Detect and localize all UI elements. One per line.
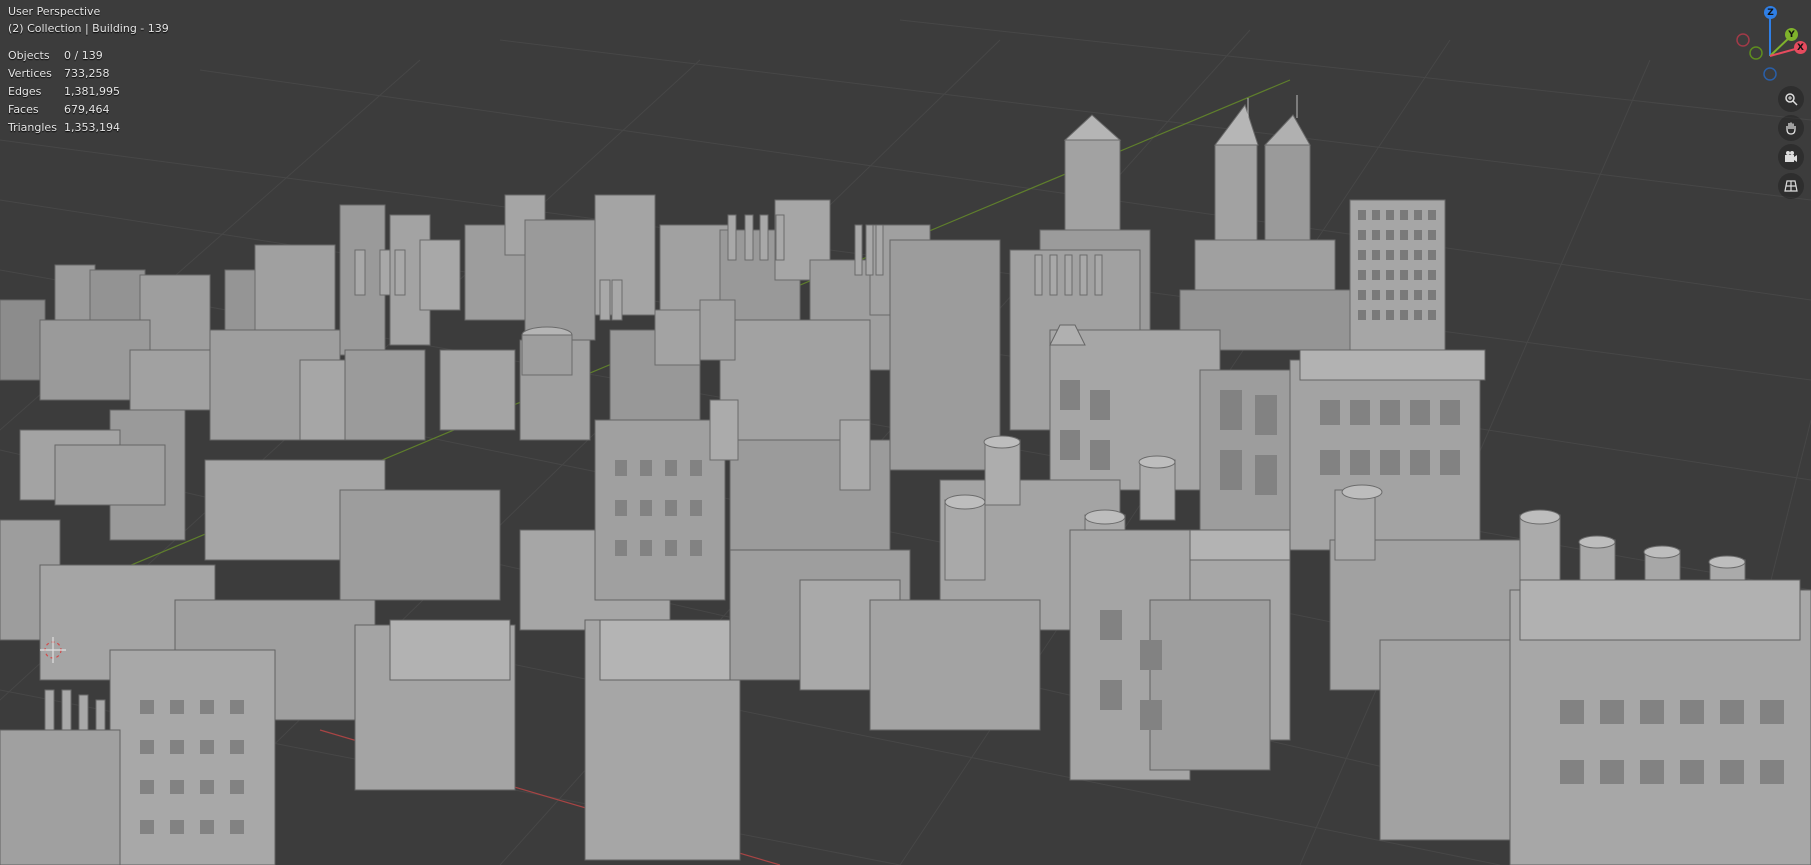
stat-row-objects: Objects 0 / 139 [8, 47, 120, 65]
view-name: User Perspective [8, 5, 101, 18]
stat-label: Objects [8, 49, 50, 62]
viewport-header-info: User Perspective (2) Collection | Buildi… [8, 3, 169, 37]
zoom-icon[interactable] [1778, 86, 1804, 112]
3d-viewport[interactable]: User Perspective (2) Collection | Buildi… [0, 0, 1811, 865]
navigation-gizmo[interactable]: Z Y X [1731, 0, 1811, 90]
gizmo-z-button[interactable]: Z [1764, 6, 1777, 19]
stat-label: Vertices [8, 67, 52, 80]
stat-value: 0 / 139 [64, 49, 103, 62]
grid-ortho-icon[interactable] [1778, 173, 1804, 199]
gizmo-x-button[interactable]: X [1794, 41, 1807, 54]
stat-label: Edges [8, 85, 42, 98]
stat-label: Faces [8, 103, 39, 116]
stat-row-vertices: Vertices 733,258 [8, 65, 120, 83]
collection-info: (2) Collection | Building - 139 [8, 22, 169, 35]
stat-value: 1,353,194 [64, 121, 120, 134]
stat-row-faces: Faces 679,464 [8, 101, 120, 119]
stat-value: 679,464 [64, 103, 110, 116]
stat-label: Triangles [8, 121, 57, 134]
camera-icon[interactable] [1778, 144, 1804, 170]
scene-canvas[interactable] [0, 0, 1811, 865]
stat-value: 1,381,995 [64, 85, 120, 98]
gizmo-y-button[interactable]: Y [1785, 28, 1798, 41]
stat-row-triangles: Triangles 1,353,194 [8, 119, 120, 137]
stat-row-edges: Edges 1,381,995 [8, 83, 120, 101]
hand-pan-icon[interactable] [1778, 115, 1804, 141]
scene-statistics: Objects 0 / 139 Vertices 733,258 Edges 1,38… [8, 47, 120, 137]
stat-value: 733,258 [64, 67, 110, 80]
